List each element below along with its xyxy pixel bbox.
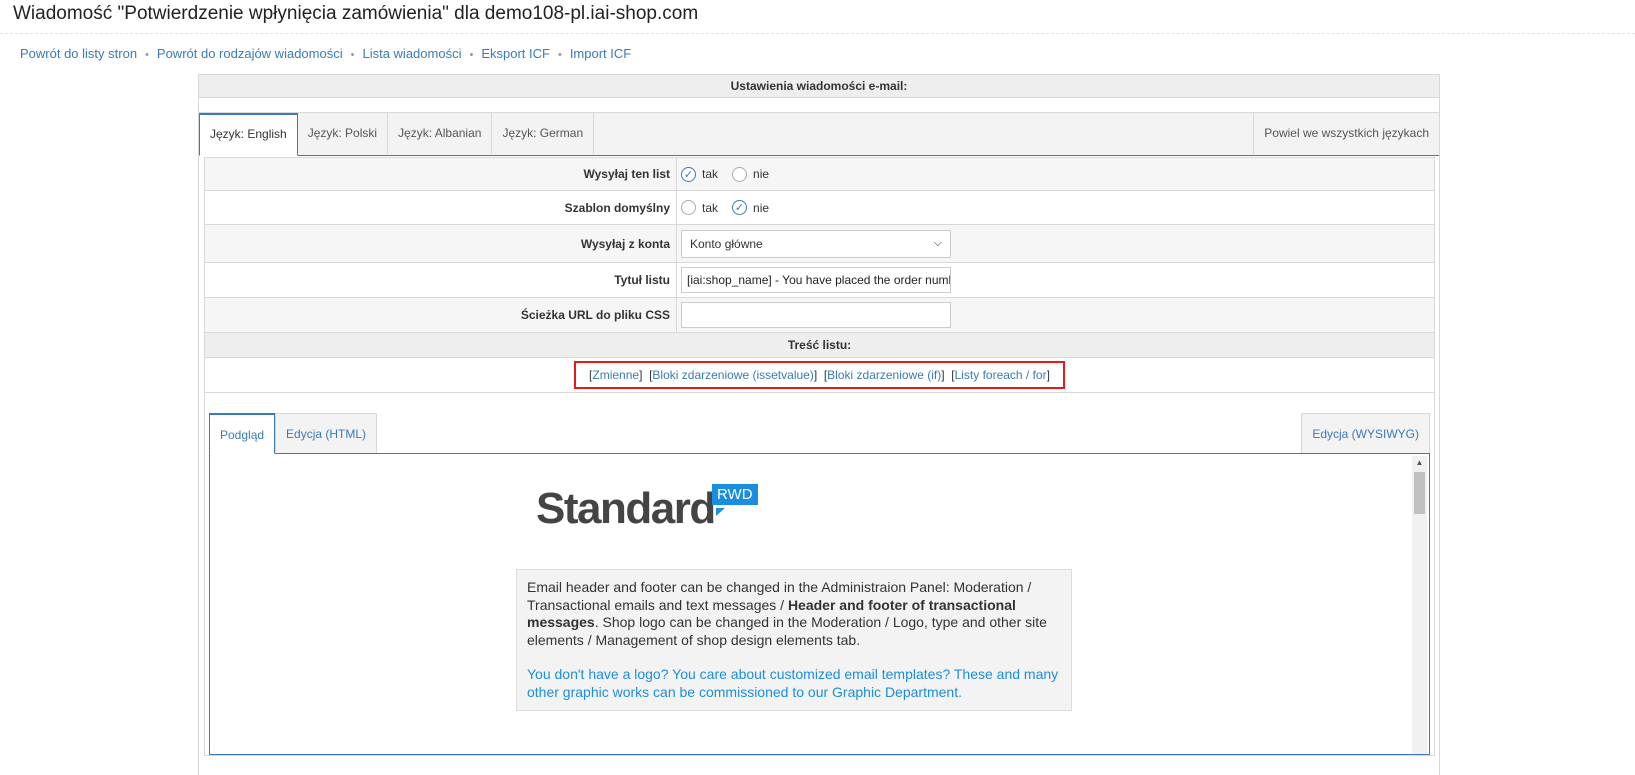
back-to-pages-link[interactable]: Powrót do listy stron xyxy=(20,46,137,61)
subject-row: Tytuł listu [iai:shop_name] - You have p… xyxy=(205,263,1434,298)
send-letter-no-radio[interactable] xyxy=(732,166,748,182)
import-icf-link[interactable]: Import ICF xyxy=(570,46,631,61)
default-template-no-radio[interactable]: ✓ xyxy=(732,200,748,215)
default-template-row: Szablon domyślny tak ✓ nie xyxy=(205,191,1434,225)
shop-logo: Standard RWD xyxy=(536,484,758,534)
export-icf-link[interactable]: Eksport ICF xyxy=(481,46,550,61)
default-template-no-label: nie xyxy=(753,200,770,215)
send-letter-yes-label: tak xyxy=(702,167,719,181)
content-header: Treść listu: xyxy=(205,333,1434,358)
send-letter-row: Wysyłaj ten list ✓ tak nie xyxy=(205,158,1434,191)
back-to-message-types-link[interactable]: Powrót do rodzajów wiadomości xyxy=(157,46,343,61)
tab-edit-wysiwyg[interactable]: Edycja (WYSIWYG) xyxy=(1301,413,1430,453)
tab-language-polish[interactable]: Język: Polski xyxy=(298,113,389,154)
logo-word: Standard xyxy=(536,484,716,533)
email-preview: Standard RWD Email header and footer can… xyxy=(209,454,1430,755)
graphic-department-promo[interactable]: You don't have a logo? You care about cu… xyxy=(527,666,1061,701)
chevron-down-icon: ⌵ xyxy=(933,237,942,249)
nav-separator: • xyxy=(469,49,474,61)
subject-input[interactable]: [iai:shop_name] - You have placed the or… xyxy=(681,267,951,293)
tab-language-english[interactable]: Język: English xyxy=(199,113,298,156)
variables-links-highlight: [Zmienne] [Bloki zdarzeniowe (issetvalue… xyxy=(574,361,1065,389)
tab-language-albanian[interactable]: Język: Albanian xyxy=(388,113,493,154)
css-path-row: Ścieżka URL do pliku CSS xyxy=(205,298,1434,333)
css-path-input[interactable] xyxy=(681,302,951,328)
event-blocks-issetvalue-link[interactable]: Bloki zdarzeniowe (issetvalue) xyxy=(652,368,813,382)
logo-badge: RWD xyxy=(712,484,758,505)
nav-separator: • xyxy=(557,49,562,61)
css-path-label: Ścieżka URL do pliku CSS xyxy=(205,298,677,332)
default-template-label: Szablon domyślny xyxy=(205,191,677,224)
panel-header: Ustawienia wiadomości e-mail: xyxy=(199,75,1439,98)
info-text-part2: . Shop logo can be changed in the Modera… xyxy=(527,614,1047,648)
tab-edit-html[interactable]: Edycja (HTML) xyxy=(275,413,378,453)
scrollbar-thumb[interactable] xyxy=(1414,472,1425,514)
message-list-link[interactable]: Lista wiadomości xyxy=(362,46,461,61)
send-from-select[interactable]: Konto główne ⌵ xyxy=(681,229,951,258)
foreach-lists-link[interactable]: Listy foreach / for xyxy=(955,368,1047,382)
logo-badge-tail xyxy=(716,508,725,516)
tab-language-german[interactable]: Język: German xyxy=(492,113,595,154)
nav-separator: • xyxy=(350,49,355,61)
send-letter-no-label: nie xyxy=(753,167,770,181)
header-footer-info-box: Email header and footer can be changed i… xyxy=(516,569,1072,711)
default-template-yes-label: tak xyxy=(702,200,719,215)
page-title: Wiadomość "Potwierdzenie wpłynięcia zamó… xyxy=(13,3,699,24)
panel-spacer xyxy=(199,98,1439,113)
variables-link[interactable]: Zmienne xyxy=(592,368,639,382)
send-from-value: Konto główne xyxy=(690,236,763,251)
title-divider xyxy=(0,33,1635,34)
email-form: Wysyłaj ten list ✓ tak nie Szablon domyś… xyxy=(204,157,1435,756)
default-template-yes-radio[interactable] xyxy=(681,200,696,215)
send-letter-yes-radio[interactable]: ✓ xyxy=(681,166,696,182)
nav-separator: • xyxy=(145,49,149,61)
scroll-up-icon[interactable]: ▲ xyxy=(1412,456,1427,470)
repeat-all-languages-button[interactable]: Powiel we wszystkich językach xyxy=(1253,113,1439,154)
send-from-row: Wysyłaj z konta Konto główne ⌵ xyxy=(205,225,1434,263)
send-letter-label: Wysyłaj ten list xyxy=(205,158,677,190)
language-tabs: Język: English Język: Polski Język: Alba… xyxy=(199,113,1439,156)
subject-label: Tytuł listu xyxy=(205,263,677,297)
event-blocks-if-link[interactable]: Bloki zdarzeniowe (if) xyxy=(827,368,941,382)
variables-links-row: [Zmienne] [Bloki zdarzeniowe (issetvalue… xyxy=(205,358,1434,393)
top-navigation: Powrót do listy stron • Powrót do rodzajów… xyxy=(20,46,631,61)
tab-preview[interactable]: Podgląd xyxy=(209,413,276,454)
email-settings-panel: Ustawienia wiadomości e-mail: Język: Eng… xyxy=(198,74,1440,775)
editor-tabs: Podgląd Edycja (HTML) Edycja (WYSIWYG) xyxy=(209,413,1430,454)
preview-scrollbar[interactable]: ▲ xyxy=(1412,456,1427,754)
form-rows: Wysyłaj ten list ✓ tak nie Szablon domyś… xyxy=(205,158,1434,333)
send-from-label: Wysyłaj z konta xyxy=(205,225,677,262)
